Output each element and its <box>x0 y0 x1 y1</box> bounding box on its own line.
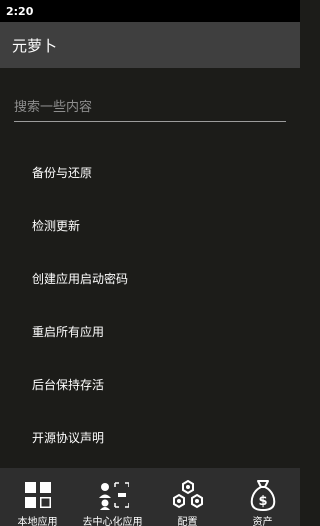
menu-item-create-launch-password[interactable]: 创建应用启动密码 <box>0 252 300 305</box>
nav-config[interactable]: 配置 <box>150 468 225 526</box>
menu-item-check-update[interactable]: 检测更新 <box>0 199 300 252</box>
app-bar: 元萝卜 <box>0 22 300 68</box>
hexagon-nuts-icon <box>172 478 204 512</box>
status-time: 2:20 <box>6 4 34 18</box>
nav-label: 配置 <box>177 517 198 526</box>
status-bar: 2:20 <box>0 0 300 22</box>
money-bag-icon: $ <box>249 478 277 512</box>
search-input[interactable] <box>14 94 286 121</box>
people-network-icon <box>97 478 129 512</box>
nav-decentralized-apps[interactable]: 去中心化应用 <box>75 468 150 526</box>
menu-item-open-source-license[interactable]: 开源协议声明 <box>0 411 300 464</box>
nav-label: 去中心化应用 <box>82 517 143 526</box>
menu-item-label: 检测更新 <box>32 219 81 233</box>
menu-item-restart-all-apps[interactable]: 重启所有应用 <box>0 305 300 358</box>
grid-icon <box>24 478 52 512</box>
menu-item-keep-alive[interactable]: 后台保持存活 <box>0 358 300 411</box>
nav-label: 资产 <box>252 517 273 526</box>
menu-item-backup-restore[interactable]: 备份与还原 <box>0 146 300 199</box>
menu-item-label: 重启所有应用 <box>32 325 105 339</box>
menu-item-label: 开源协议声明 <box>32 431 105 445</box>
menu-item-label: 备份与还原 <box>32 166 93 180</box>
svg-text:$: $ <box>258 494 267 509</box>
app-title: 元萝卜 <box>12 36 58 55</box>
search-field[interactable] <box>14 94 286 122</box>
menu-item-label: 后台保持存活 <box>32 378 105 392</box>
nav-assets[interactable]: $ 资产 <box>225 468 300 526</box>
settings-menu: 备份与还原 检测更新 创建应用启动密码 重启所有应用 后台保持存活 开源协议声明 <box>0 146 300 464</box>
bottom-nav: 本地应用 去中心化应用 配置 $ 资产 <box>0 468 300 526</box>
nav-local-apps[interactable]: 本地应用 <box>0 468 75 526</box>
nav-label: 本地应用 <box>17 517 58 526</box>
main-content: 备份与还原 检测更新 创建应用启动密码 重启所有应用 后台保持存活 开源协议声明 <box>0 68 300 468</box>
menu-item-label: 创建应用启动密码 <box>32 272 129 286</box>
